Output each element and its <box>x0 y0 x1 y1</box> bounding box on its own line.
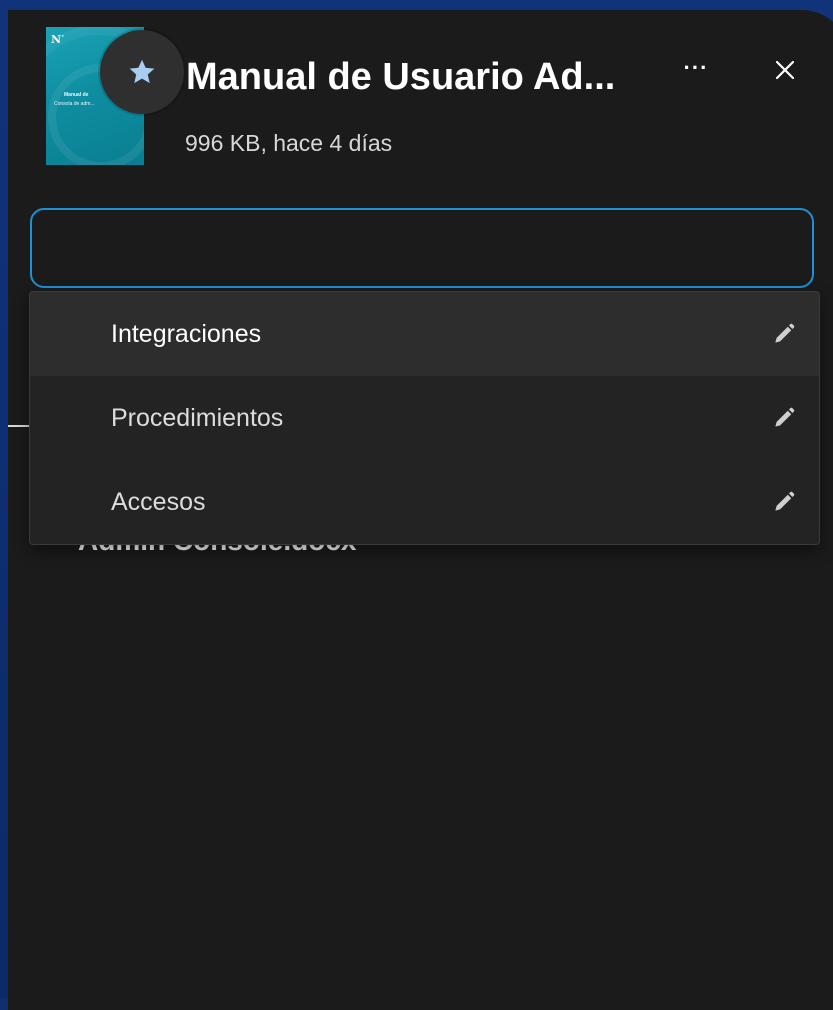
edit-option-button[interactable] <box>767 485 801 519</box>
tag-input[interactable] <box>30 208 814 288</box>
option-label: Integraciones <box>111 320 261 349</box>
thumbnail-subtitle-text: Consola de adm... <box>54 101 95 107</box>
thumbnail-logo: N▪▪ <box>51 33 63 46</box>
option-label: Procedimientos <box>111 404 283 433</box>
favorite-button[interactable] <box>100 30 184 114</box>
more-icon: ··· <box>684 55 709 81</box>
pencil-icon <box>771 405 797 431</box>
option-label: Accesos <box>111 488 205 517</box>
close-icon <box>773 58 797 82</box>
pencil-icon <box>771 489 797 515</box>
dropdown-option-integraciones[interactable]: Integraciones <box>30 292 819 376</box>
close-button[interactable] <box>763 48 807 92</box>
file-title: Manual de Usuario Ad... <box>186 56 615 99</box>
tag-suggestions-dropdown: Integraciones Procedimientos Accesos <box>29 291 820 545</box>
edit-option-button[interactable] <box>767 401 801 435</box>
more-options-button[interactable]: ··· <box>672 48 720 88</box>
pencil-icon <box>771 321 797 347</box>
thumbnail-title-text: Manual de <box>64 92 88 98</box>
file-meta: 996 KB, hace 4 días <box>185 130 392 157</box>
star-icon <box>127 57 157 87</box>
dropdown-option-procedimientos[interactable]: Procedimientos <box>30 376 819 460</box>
dropdown-option-accesos[interactable]: Accesos <box>30 460 819 544</box>
edit-option-button[interactable] <box>767 317 801 351</box>
file-details-panel: N▪▪ Manual de Consola de adm... Manual d… <box>8 10 833 1010</box>
